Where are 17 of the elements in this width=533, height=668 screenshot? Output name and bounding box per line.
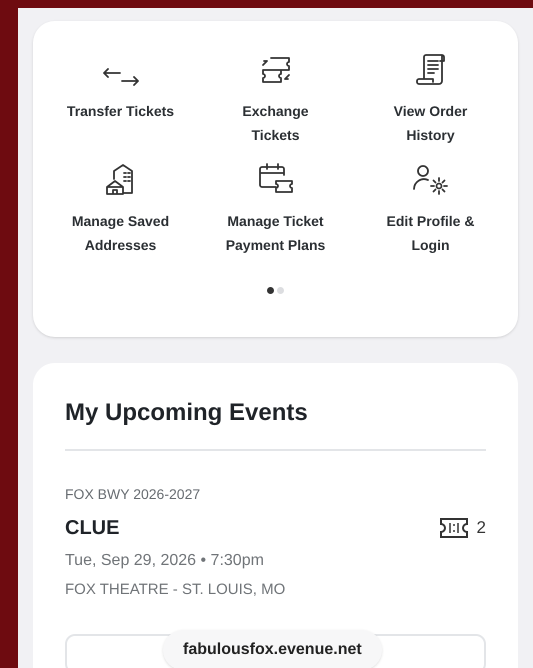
event-venue: FOX THEATRE - ST. LOUIS, MO bbox=[65, 580, 286, 600]
url-toast: fabulousfox.evenue.net bbox=[163, 630, 382, 668]
action-link[interactable]: Exchange Tickets bbox=[216, 99, 334, 147]
action-link[interactable]: Edit Profile & Login bbox=[372, 209, 490, 257]
event-series: FOX BWY 2026-2027 bbox=[65, 487, 202, 501]
action-link[interactable]: Manage Ticket Payment Plans bbox=[216, 209, 334, 257]
receipt-scroll-icon bbox=[414, 53, 446, 87]
action-link[interactable]: Manage Saved Addresses bbox=[62, 209, 180, 257]
user-gear-icon bbox=[412, 163, 450, 197]
section-heading: My Upcoming Events bbox=[65, 401, 309, 425]
event-title: CLUE bbox=[65, 516, 120, 541]
ticket-icon bbox=[438, 517, 469, 539]
action-link[interactable]: View Order History bbox=[372, 99, 490, 147]
transfer-arrows-icon bbox=[102, 67, 140, 87]
event-date: Tue, Sep 29, 2026 • 7:30pm bbox=[65, 551, 265, 571]
ticket-count: 2 bbox=[476, 517, 486, 540]
action-link[interactable]: Transfer Tickets bbox=[62, 99, 180, 123]
